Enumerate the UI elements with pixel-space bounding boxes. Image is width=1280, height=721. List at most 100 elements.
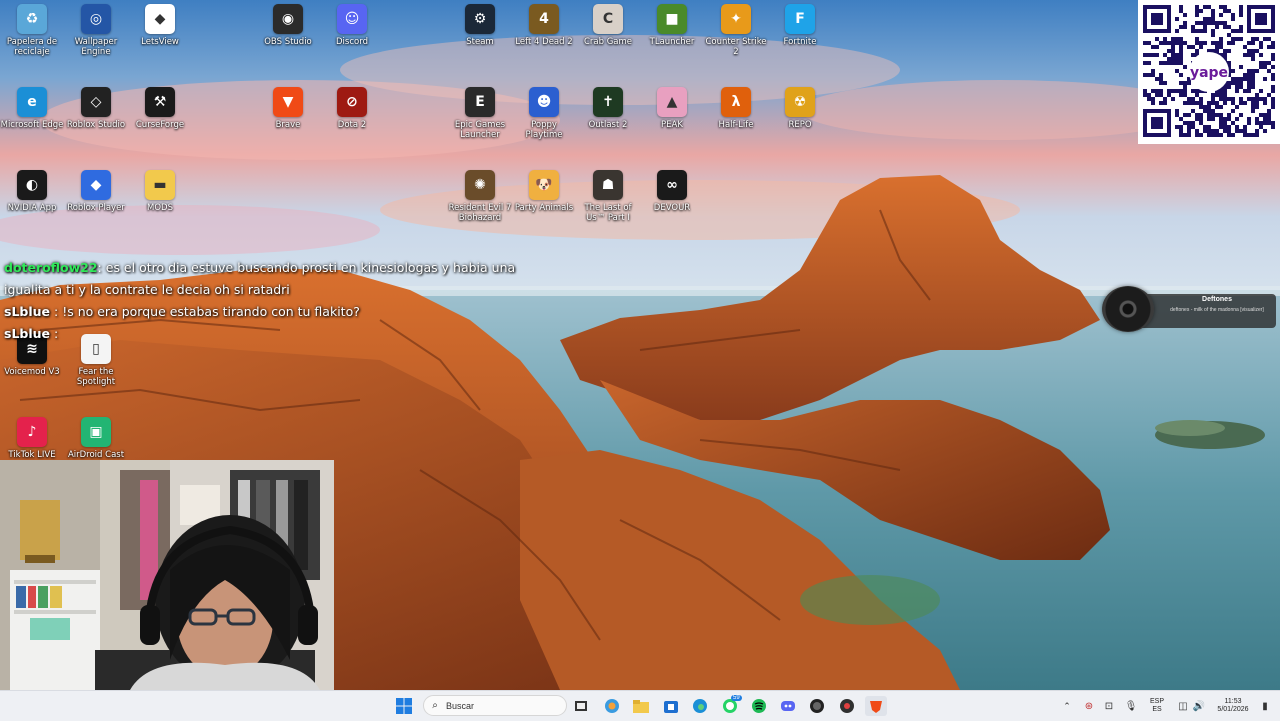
desktop-icon-label: Resident Evil 7 Biohazard [448,203,512,223]
desktop-icon[interactable]: 4 Left 4 Dead 2 [512,4,576,47]
dota2-icon: ⊘ [337,87,367,117]
desktop-icon[interactable]: ▣ AirDroid Cast [64,417,128,460]
desktop-icon[interactable]: ♻ Papelera de reciclaje [0,4,64,57]
steam-icon: ⚙ [465,4,495,34]
taskbar-discord[interactable] [777,696,799,716]
taskbar-obs[interactable] [806,696,828,716]
roblox-player-icon: ◆ [81,170,111,200]
desktop-icon[interactable]: 🐶 Party Animals [512,170,576,213]
desktop-icon-label: The Last of Us™ Part I [584,203,632,223]
airdroid-cast-icon: ▣ [81,417,111,447]
desktop-icon[interactable]: ◐ NVIDIA App [0,170,64,213]
taskbar-search-box[interactable]: ⌕ Buscar [423,695,567,716]
chevron-up-icon: ⌃ [1063,700,1071,711]
brave-icon [870,701,882,713]
desktop-icon[interactable]: ◇ Roblox Studio [64,87,128,130]
chat-message: doteroflow22: es el otro dia estuve busc… [4,257,564,279]
tray-icon[interactable]: ⊛ [1078,696,1100,716]
desktop-icon-label: Fear the Spotlight [76,367,116,387]
desktop-icon[interactable]: ◆ LetsView [128,4,192,47]
taskbar-file-explorer[interactable] [630,696,652,716]
language-code: ESP [1149,698,1164,705]
taskbar-copilot[interactable] [601,696,623,716]
desktop-icon-label: Outlast 2 [588,120,628,130]
desktop-icon[interactable]: ■ TLauncher [640,4,704,47]
desktop-icon[interactable]: λ Half-Life [704,87,768,130]
desktop-icon[interactable]: ☗ The Last of Us™ Part I [576,170,640,223]
curseforge-icon: ⚒ [145,87,175,117]
taskbar-store[interactable] [660,696,682,716]
desktop-icon[interactable]: ☺ Discord [320,4,384,47]
desktop-icon[interactable]: E Epic Games Launcher [448,87,512,140]
desktop-icon[interactable]: F Fortnite [768,4,832,47]
taskbar-edge[interactable] [689,696,711,716]
desktop-icon[interactable]: ⚙ Steam [448,4,512,47]
crab-game-icon: C [593,4,623,34]
taskbar-brave[interactable] [865,696,887,716]
desktop-icon[interactable]: e Microsoft Edge [0,87,64,130]
edge-icon [693,699,707,713]
desktop-icon[interactable]: C Crab Game [576,4,640,47]
clock-date: 5/01/2026 [1217,706,1249,713]
start-button[interactable] [393,696,415,716]
show-hidden-icons-button[interactable]: ⌃ [1056,696,1078,716]
task-view-button[interactable] [570,696,592,716]
chat-text: es el otro dia estuve buscando prosti en… [105,260,516,275]
notification-center-button[interactable]: ▮ [1254,696,1276,716]
taskbar-app[interactable] [836,696,858,716]
desktop-icon[interactable]: ☢ REPO [768,87,832,130]
desktop-icon[interactable]: ∞ DEVOUR [640,170,704,213]
nvidia-icon: ◐ [17,170,47,200]
desktop-icon[interactable]: ♪ TikTok LIVE [0,417,64,460]
desktop-icon-label: LetsView [141,37,179,47]
desktop-icon-label: Steam [466,37,494,47]
desktop-icon[interactable]: ◉ OBS Studio [256,4,320,47]
tiktok-live-icon: ♪ [17,417,47,447]
counter-strike-icon: ✦ [721,4,751,34]
desktop-icon[interactable]: ✺ Resident Evil 7 Biohazard [448,170,512,223]
desktop-icon[interactable]: ✦ Counter Strike 2 [704,4,768,57]
app-icon [840,699,854,713]
recycle-bin-icon: ♻ [17,4,47,34]
peak-icon: ▲ [657,87,687,117]
desktop-icon[interactable]: ◎ Wallpaper Engine [64,4,128,57]
desktop-icon[interactable]: ▼ Brave [256,87,320,130]
desktop-icon[interactable]: ⊘ Dota 2 [320,87,384,130]
chat-username: sLblue [4,326,51,341]
yape-qr-code: yape [1138,0,1280,144]
microphone-icon: 🎙 [1124,700,1138,712]
search-placeholder: Buscar [446,700,475,711]
desktop-icon-label: OBS Studio [264,37,312,47]
desktop-icon-label: Half-Life [718,120,754,130]
tray-volume[interactable]: 🔊 [1188,696,1210,716]
desktop-icon-label: DEVOUR [653,203,691,213]
desktop-icon[interactable]: ☻ Poppy Playtime [512,87,576,140]
search-icon: ⌕ [432,700,438,711]
desktop-icon-label: Microsoft Edge [0,120,64,130]
taskbar-spotify[interactable] [748,696,770,716]
tray-icon[interactable]: ⊡ [1098,696,1120,716]
brave-icon: ▼ [273,87,303,117]
yape-logo: yape [1190,65,1228,81]
desktop-icon[interactable]: ▬ MODS [128,170,192,213]
volume-icon: 🔊 [1192,700,1206,712]
taskbar-whatsapp[interactable]: 59 [719,695,742,716]
desktop-icon[interactable]: ✝ Outlast 2 [576,87,640,130]
party-animals-icon: 🐶 [529,170,559,200]
roblox-studio-icon: ◇ [81,87,111,117]
desktop-icon-label: REPO [788,120,812,130]
clock-time: 11:53 [1224,698,1242,705]
desktop-icon[interactable]: ◆ Roblox Player [64,170,128,213]
desktop-icon-label: Voicemod V3 [4,367,60,377]
webcam-feed [0,460,334,690]
desktop-icon[interactable]: ▲ PEAK [640,87,704,130]
bell-icon: ▮ [1262,700,1268,712]
obs-icon [810,699,824,713]
language-indicator[interactable]: ESP ES [1146,698,1168,714]
discord-icon: ☺ [337,4,367,34]
tray-microphone[interactable]: 🎙 [1120,696,1142,716]
desktop-icon[interactable]: ⚒ CurseForge [128,87,192,130]
chat-text: !s no era porque estabas tirando con tu … [62,304,360,319]
desktop-icon-label: MODS [147,203,173,213]
clock[interactable]: 11:53 5/01/2026 [1210,698,1256,714]
